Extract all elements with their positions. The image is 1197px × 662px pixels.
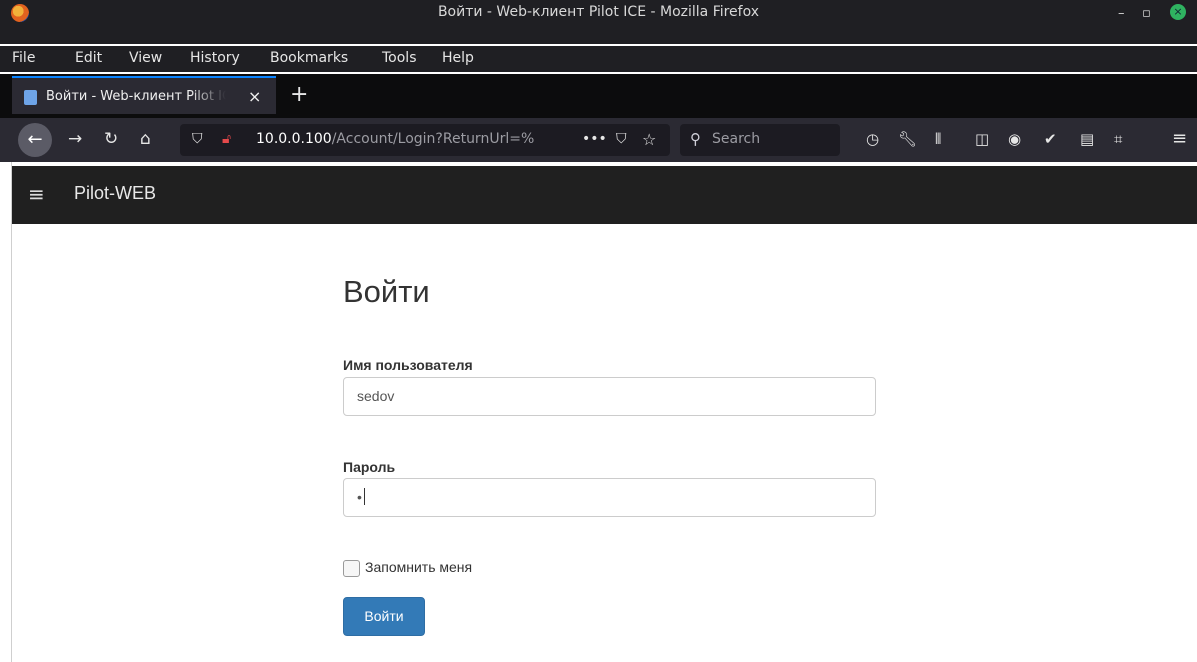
menu-edit[interactable]: Edit: [75, 50, 102, 66]
new-tab-button[interactable]: +: [290, 82, 308, 107]
menu-file[interactable]: File: [12, 50, 35, 66]
url-bar[interactable]: ⛉ 🔓︎ 10.0.0.100/Account/Login?ReturnUrl=…: [180, 124, 670, 156]
login-submit-button[interactable]: Войти: [343, 597, 425, 636]
text-caret: [363, 488, 365, 505]
bookmark-star-icon[interactable]: ☆: [642, 130, 656, 149]
window-title: Войти - Web-клиент Pilot ICE - Mozilla F…: [437, 4, 760, 20]
window-close-button[interactable]: ×: [1170, 4, 1186, 20]
reload-button[interactable]: ↻: [104, 129, 118, 149]
insecure-lock-icon[interactable]: 🔓︎: [222, 131, 231, 147]
page-favicon-icon: [24, 90, 37, 105]
username-input[interactable]: sedov: [343, 377, 876, 416]
search-icon: ⚲: [690, 130, 701, 148]
nav-toolbar: ← → ↻ ⌂ ⛉ 🔓︎ 10.0.0.100/Account/Login?Re…: [0, 118, 1197, 162]
page-title: Войти: [343, 274, 430, 309]
remember-me-checkbox[interactable]: [343, 560, 360, 577]
menu-view[interactable]: View: [129, 50, 162, 66]
tab-label: Войти - Web-клиент Pilot ICE: [46, 89, 226, 104]
tab-strip: Войти - Web-клиент Pilot ICE × +: [0, 74, 1197, 118]
username-value: sedov: [357, 388, 395, 404]
menu-tools[interactable]: Tools: [382, 50, 417, 66]
history-icon[interactable]: ◷: [866, 130, 879, 148]
menu-history[interactable]: History: [190, 50, 240, 66]
sidebar-icon[interactable]: ◫: [975, 130, 989, 148]
password-label: Пароль: [343, 459, 396, 475]
home-button[interactable]: ⌂: [140, 129, 151, 149]
url-path: /Account/Login?ReturnUrl=%: [331, 131, 535, 147]
remember-me-label[interactable]: Запомнить меня: [365, 559, 472, 575]
forward-button[interactable]: →: [68, 129, 82, 149]
password-value: •: [357, 489, 362, 505]
library-icon[interactable]: ⫴: [935, 130, 941, 148]
grid-extension-icon[interactable]: ⌗: [1114, 130, 1122, 148]
tab-login[interactable]: Войти - Web-клиент Pilot ICE ×: [12, 76, 276, 114]
url-text: 10.0.0.100/Account/Login?ReturnUrl=%: [256, 131, 566, 147]
pocket-icon[interactable]: ⛉: [616, 131, 627, 147]
menu-bookmarks[interactable]: Bookmarks: [270, 50, 348, 66]
reader-icon[interactable]: ▤: [1080, 130, 1094, 148]
page-actions-button[interactable]: •••: [582, 131, 607, 147]
account-icon[interactable]: ◉: [1008, 130, 1021, 148]
tracking-shield-icon[interactable]: ⛉: [192, 131, 203, 147]
username-label: Имя пользователя: [343, 357, 473, 373]
tools-wrench-icon[interactable]: 🔧︎: [898, 130, 917, 148]
site-navbar: ≡ Pilot-WEB: [12, 166, 1197, 224]
site-brand[interactable]: Pilot-WEB: [74, 183, 156, 204]
maximize-button[interactable]: ▫: [1142, 6, 1151, 21]
window-titlebar: Войти - Web-клиент Pilot ICE - Mozilla F…: [0, 0, 1197, 44]
search-bar[interactable]: ⚲ Search: [680, 124, 840, 156]
hamburger-menu-icon[interactable]: ≡: [28, 182, 45, 206]
extension-check-icon[interactable]: ✔: [1044, 130, 1057, 148]
url-host: 10.0.0.100: [256, 131, 332, 147]
minimize-button[interactable]: –: [1118, 6, 1125, 21]
app-menu-icon[interactable]: ≡: [1172, 128, 1187, 149]
back-button[interactable]: ←: [18, 123, 52, 157]
password-input[interactable]: •: [343, 478, 876, 517]
menu-help[interactable]: Help: [442, 50, 474, 66]
window-left-edge: [0, 162, 12, 662]
tab-close-icon[interactable]: ×: [248, 87, 261, 106]
menu-bar: File Edit View History Bookmarks Tools H…: [0, 46, 1197, 72]
search-input[interactable]: Search: [712, 131, 760, 147]
